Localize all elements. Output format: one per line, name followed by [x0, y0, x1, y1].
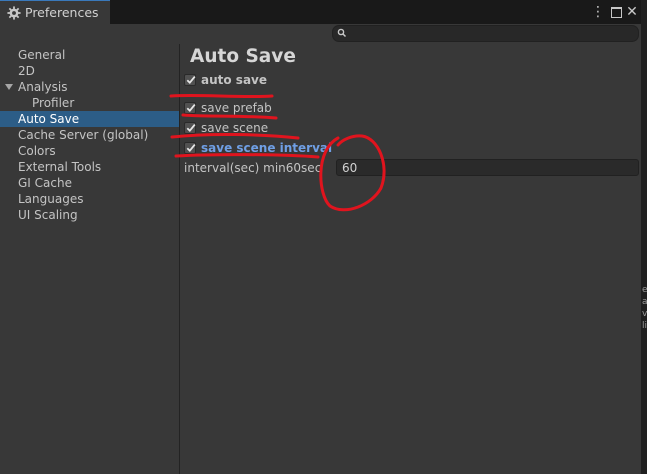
- search-icon: [337, 28, 347, 38]
- auto-save-label: auto save: [201, 73, 267, 87]
- sidebar-item-gi-cache[interactable]: GI Cache: [0, 175, 179, 191]
- foldout-arrow-icon[interactable]: [5, 84, 13, 90]
- save-prefab-label: save prefab: [201, 101, 272, 115]
- toggle-auto-save[interactable]: auto save: [184, 71, 267, 89]
- sidebar-item-analysis[interactable]: Analysis: [0, 79, 179, 95]
- check-icon: [186, 76, 196, 85]
- sidebar-item-cache-server[interactable]: Cache Server (global): [0, 127, 179, 143]
- save-prefab-checkbox[interactable]: [184, 102, 196, 114]
- check-icon: [186, 144, 196, 153]
- right-window-edge: [641, 0, 647, 474]
- save-scene-checkbox[interactable]: [184, 122, 196, 134]
- close-icon[interactable]: ✕: [625, 4, 639, 20]
- tab-title: Preferences: [25, 5, 99, 20]
- save-scene-interval-checkbox[interactable]: [184, 142, 196, 154]
- auto-save-panel: Auto Save auto save save prefab save sce…: [180, 44, 641, 474]
- tab-preferences[interactable]: Preferences: [0, 1, 110, 24]
- sidebar-item-ui-scaling[interactable]: UI Scaling: [0, 207, 179, 223]
- check-icon: [186, 124, 196, 133]
- check-icon: [186, 104, 196, 113]
- interval-row: interval(sec) min60sec: [184, 159, 639, 177]
- sidebar-item-languages[interactable]: Languages: [0, 191, 179, 207]
- search-box[interactable]: [332, 25, 639, 42]
- search-input[interactable]: [351, 26, 631, 41]
- toggle-save-prefab[interactable]: save prefab: [184, 99, 272, 117]
- sidebar-item-auto-save[interactable]: Auto Save: [0, 111, 179, 127]
- interval-field[interactable]: [336, 159, 639, 176]
- maximize-icon[interactable]: [609, 4, 623, 20]
- auto-save-checkbox[interactable]: [184, 74, 196, 86]
- sidebar-item-2d[interactable]: 2D: [0, 63, 179, 79]
- save-scene-label: save scene: [201, 121, 269, 135]
- kebab-menu-icon[interactable]: ⋮: [591, 4, 605, 20]
- sidebar-item-colors[interactable]: Colors: [0, 143, 179, 159]
- title-bar: Preferences ⋮ ✕: [0, 0, 641, 24]
- sidebar-item-general[interactable]: General: [0, 47, 179, 63]
- clipped-edge-text: e a v li: [642, 285, 647, 331]
- toggle-save-scene-interval[interactable]: save scene interval: [184, 139, 332, 157]
- preferences-sidebar: General 2D Analysis Profiler Auto Save C…: [0, 44, 179, 474]
- preferences-window: Preferences ⋮ ✕ General 2D Analysis Prof…: [0, 0, 641, 474]
- interval-label: interval(sec) min60sec: [184, 161, 322, 175]
- toggle-save-scene[interactable]: save scene: [184, 119, 268, 137]
- page-title: Auto Save: [190, 46, 296, 67]
- gear-icon: [7, 5, 21, 20]
- sidebar-item-external-tools[interactable]: External Tools: [0, 159, 179, 175]
- save-scene-interval-label: save scene interval: [201, 141, 333, 155]
- sidebar-item-profiler[interactable]: Profiler: [0, 95, 179, 111]
